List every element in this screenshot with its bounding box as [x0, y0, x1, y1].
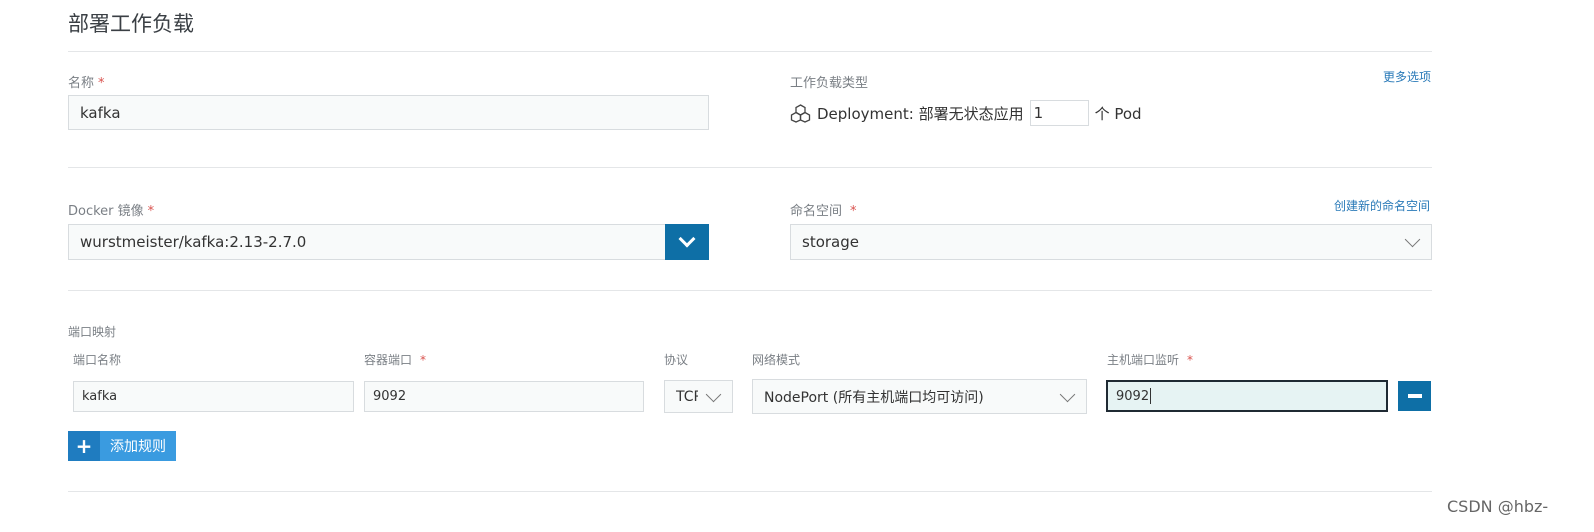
port-name-header: 端口名称 — [73, 353, 122, 367]
add-rule-label: 添加规则 — [110, 439, 166, 455]
minus-icon — [1407, 394, 1422, 398]
required-mark: * — [147, 204, 155, 219]
name-label: 名称 * — [68, 72, 105, 91]
add-rule-button[interactable]: + 添加规则 — [68, 431, 176, 461]
container-port-value: 9092 — [373, 389, 407, 404]
text-cursor — [1150, 388, 1152, 404]
workload-description: Deployment: 部署无状态应用 — [817, 104, 1024, 123]
pod-count-value: 1 — [1033, 104, 1044, 122]
host-port-header: 主机端口监听 * — [1107, 351, 1193, 368]
namespace-label: 命名空间 * — [790, 200, 857, 219]
container-port-header: 容器端口 * — [364, 351, 426, 368]
port-name-input[interactable]: kafka — [73, 381, 354, 412]
name-label-text: 名称 — [68, 76, 95, 91]
plus-icon: + — [68, 431, 100, 461]
divider — [68, 491, 1432, 492]
container-port-input[interactable]: 9092 — [364, 381, 644, 412]
container-port-header-text: 容器端口 — [364, 353, 413, 367]
namespace-value: storage — [802, 233, 859, 251]
port-name-value: kafka — [82, 389, 118, 404]
host-port-value: 9092 — [1116, 388, 1150, 404]
required-mark: * — [420, 353, 427, 367]
network-mode-header: 网络模式 — [752, 353, 801, 367]
protocol-header: 协议 — [664, 353, 689, 367]
host-port-input[interactable]: 9092 — [1106, 380, 1388, 412]
pod-suffix: 个 Pod — [1094, 104, 1142, 123]
more-options-link[interactable]: 更多选项 — [1383, 68, 1431, 85]
docker-image-label: Docker 镜像 * — [68, 200, 154, 219]
image-dropdown-button[interactable] — [665, 224, 709, 260]
divider — [68, 51, 1432, 52]
chevron-down-icon — [678, 230, 696, 248]
name-input-value: kafka — [80, 103, 121, 122]
workload-type-row: Deployment: 部署无状态应用 1 个 Pod — [790, 100, 1142, 126]
required-mark: * — [98, 76, 105, 91]
namespace-select[interactable]: storage — [790, 224, 1432, 260]
pod-count-input[interactable]: 1 — [1029, 100, 1089, 126]
required-mark: * — [1187, 353, 1194, 367]
protocol-value: TCP — [676, 388, 698, 405]
docker-image-label-text: Docker 镜像 — [68, 204, 144, 219]
watermark: CSDN @hbz- — [1447, 497, 1549, 516]
name-input[interactable]: kafka — [68, 95, 709, 130]
cluster-icon — [790, 103, 811, 123]
divider — [68, 167, 1432, 168]
divider — [68, 290, 1432, 291]
page-title: 部署工作负载 — [68, 12, 194, 36]
host-port-header-text: 主机端口监听 — [1107, 353, 1180, 367]
docker-image-value: wurstmeister/kafka:2.13-2.7.0 — [80, 233, 307, 251]
chevron-down-icon — [705, 386, 722, 403]
chevron-down-icon — [1404, 231, 1421, 248]
create-namespace-link[interactable]: 创建新的命名空间 — [1334, 197, 1430, 214]
namespace-label-text: 命名空间 — [790, 204, 843, 219]
workload-type-label: 工作负载类型 — [790, 76, 869, 91]
network-mode-select[interactable]: NodePort (所有主机端口均可访问) — [752, 379, 1087, 414]
docker-image-input[interactable]: wurstmeister/kafka:2.13-2.7.0 — [68, 224, 666, 260]
port-mapping-label: 端口映射 — [68, 325, 117, 339]
protocol-select[interactable]: TCP — [664, 380, 733, 413]
required-mark: * — [850, 204, 857, 219]
network-mode-value: NodePort (所有主机端口均可访问) — [764, 389, 984, 406]
chevron-down-icon — [1059, 386, 1076, 403]
remove-row-button[interactable] — [1398, 381, 1431, 411]
